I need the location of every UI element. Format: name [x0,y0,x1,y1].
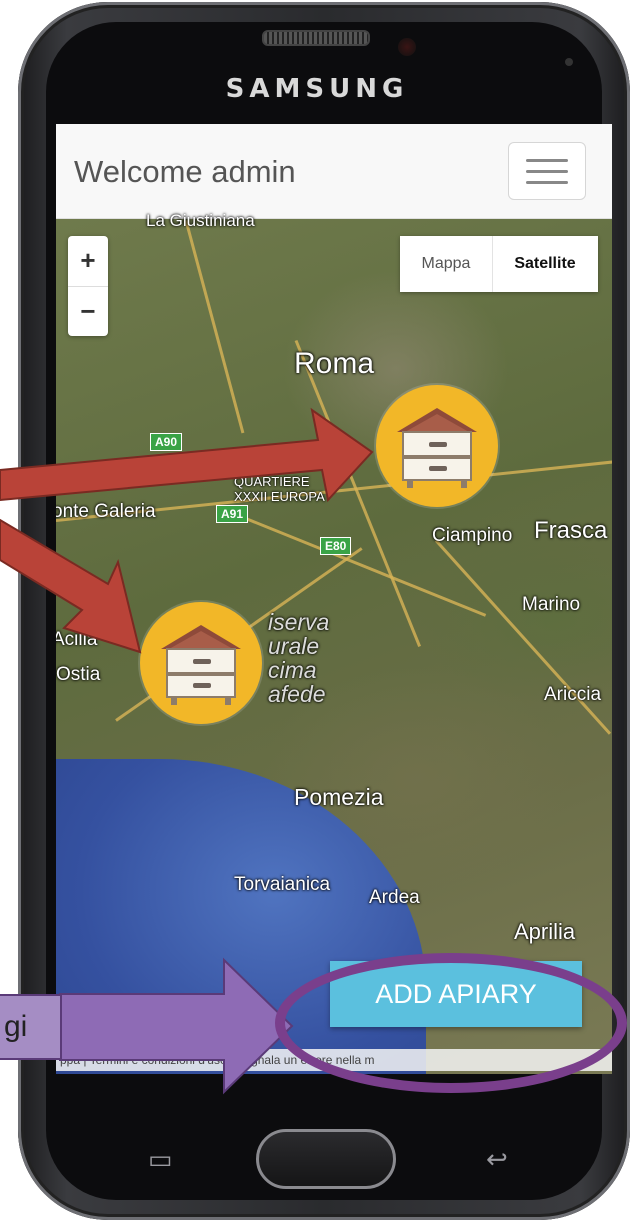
map-type-map-button[interactable]: Mappa [400,236,493,292]
zoom-out-button[interactable]: − [68,287,108,337]
hamburger-menu-button[interactable] [508,142,586,200]
place-label: Aprilia [514,919,576,944]
callout-label: gi [0,994,62,1060]
front-camera [398,38,416,56]
device-brand: SAMSUNG [225,74,409,104]
zoom-in-button[interactable]: + [68,236,108,287]
place-label: Ciampino [432,525,513,546]
place-label: iserva [268,609,330,635]
place-label: Ardea [369,887,420,908]
home-button[interactable] [256,1129,396,1189]
place-label: Frasca [534,517,608,544]
place-label: cima [268,657,317,683]
place-label: Torvaianica [234,874,331,895]
app-screen: Welcome admin + − Mappa Satellite La Giu… [56,124,612,1074]
map-view[interactable]: + − Mappa Satellite La Giustiniana Roma … [56,211,612,1074]
hamburger-menu-icon [526,159,568,162]
earpiece-speaker [262,30,370,46]
highlight-ellipse [275,953,627,1093]
beehive-icon [161,625,241,705]
place-label: urale [268,633,320,659]
hamburger-menu-icon [526,170,568,173]
road [184,220,245,434]
apiary-marker-1[interactable] [376,385,498,507]
place-label: afede [268,681,326,707]
place-label: Ostia [56,664,101,685]
place-label: Acilia [56,629,98,650]
place-label: Pomezia [294,784,384,810]
place-label: Roma [294,347,375,380]
place-label: La Giustiniana [146,211,255,230]
place-label: onte Galeria [56,501,156,522]
road-shield: A90 [150,433,183,451]
hamburger-menu-icon [526,181,568,184]
place-label: Marino [522,594,581,615]
road-shield: A91 [216,505,249,523]
map-type-satellite-button[interactable]: Satellite [492,236,598,292]
zoom-control: + − [68,236,108,336]
back-icon[interactable]: ↩ [486,1144,508,1175]
proximity-sensor [565,58,573,66]
place-label: Ariccia [544,684,602,705]
page-title: Welcome admin [74,154,296,189]
beehive-icon [397,408,477,488]
apiary-marker-2[interactable] [140,602,262,724]
place-label: XXXII EUROPA [234,489,325,504]
app-header: Welcome admin [56,124,612,219]
map-type-control: Mappa Satellite [400,236,598,292]
place-label: QUARTIERE [234,474,310,489]
road-shield: E80 [320,537,352,555]
recent-apps-icon[interactable]: ▭ [148,1144,173,1175]
android-nav-bar: ▭ ↩ [56,1074,612,1214]
